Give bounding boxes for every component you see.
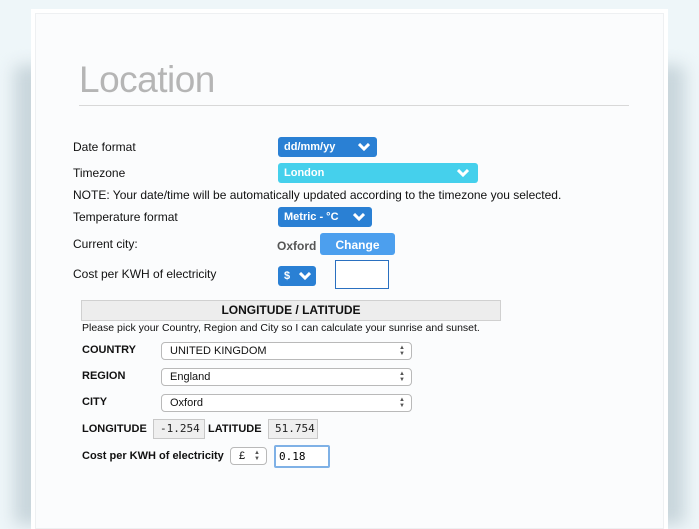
timezone-value: London xyxy=(284,167,325,179)
temperature-value: Metric - °C xyxy=(284,211,339,223)
timezone-note: NOTE: Your date/time will be automatical… xyxy=(73,188,562,202)
latitude-label: LATITUDE xyxy=(208,423,262,435)
timezone-label: Timezone xyxy=(73,166,126,180)
temperature-select[interactable]: Metric - °C xyxy=(278,207,372,227)
cost-input[interactable] xyxy=(335,260,389,289)
chevron-down-icon xyxy=(358,137,370,151)
section-heading: LONGITUDE / LATITUDE xyxy=(81,300,501,321)
updown-arrows-icon: ▲ ▼ xyxy=(399,397,405,409)
region-value: England xyxy=(170,371,211,383)
currency-value-2: £ xyxy=(239,450,246,462)
page-title: Location xyxy=(79,59,215,100)
city-label: CITY xyxy=(82,396,108,408)
currency-select[interactable]: $ xyxy=(278,266,316,286)
cost-label-2: Cost per KWH of electricity xyxy=(82,450,224,462)
change-city-button[interactable]: Change xyxy=(320,233,395,255)
country-value: UNITED KINGDOM xyxy=(170,345,267,357)
chevron-down-icon xyxy=(457,163,469,177)
latitude-field: 51.754 xyxy=(268,419,318,439)
longitude-field: -1.254 xyxy=(153,419,205,439)
longitude-label: LONGITUDE xyxy=(82,423,147,435)
instructions: Please pick your Country, Region and Cit… xyxy=(82,322,480,334)
current-city-value: Oxford xyxy=(277,239,317,253)
date-format-label: Date format xyxy=(73,140,136,154)
cost-label: Cost per KWH of electricity xyxy=(73,267,217,281)
currency-value: $ xyxy=(284,270,291,282)
country-select[interactable]: UNITED KINGDOM ▲ ▼ xyxy=(161,342,412,360)
current-city-label: Current city: xyxy=(73,237,138,251)
country-label: COUNTRY xyxy=(82,344,136,356)
date-format-select[interactable]: dd/mm/yy xyxy=(278,137,377,157)
city-select[interactable]: Oxford ▲ ▼ xyxy=(161,394,412,412)
timezone-select[interactable]: London xyxy=(278,163,478,183)
updown-arrows-icon: ▲ ▼ xyxy=(399,345,405,357)
region-label: REGION xyxy=(82,370,126,382)
divider xyxy=(79,105,629,106)
cost-input-2[interactable]: 0.18 xyxy=(274,445,330,468)
chevron-down-icon xyxy=(299,266,311,280)
region-select[interactable]: England ▲ ▼ xyxy=(161,368,412,386)
updown-arrows-icon: ▲ ▼ xyxy=(254,450,260,462)
chevron-down-icon xyxy=(353,207,365,221)
date-format-value: dd/mm/yy xyxy=(284,141,336,153)
city-value: Oxford xyxy=(170,397,204,409)
currency-select-2[interactable]: £ ▲ ▼ xyxy=(230,447,267,465)
temperature-label: Temperature format xyxy=(73,210,178,224)
updown-arrows-icon: ▲ ▼ xyxy=(399,371,405,383)
